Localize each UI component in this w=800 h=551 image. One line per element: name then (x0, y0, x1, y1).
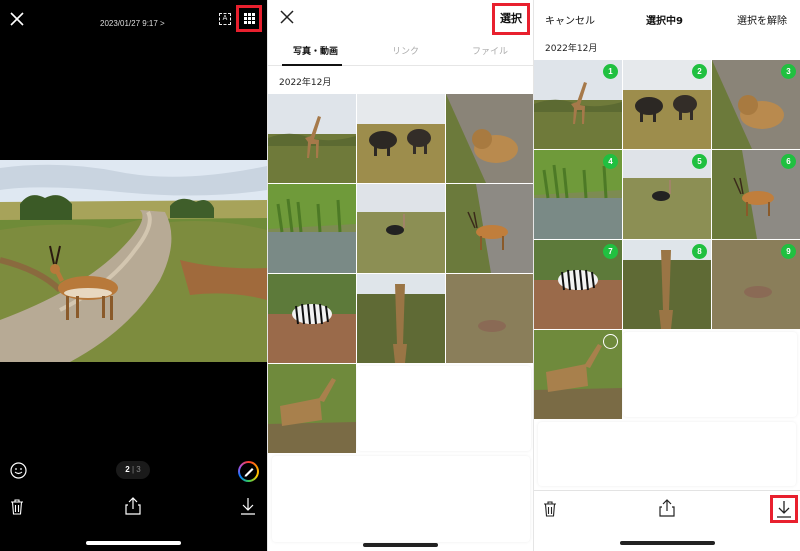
edit-pen-button[interactable] (238, 461, 259, 482)
grid-icon (244, 13, 255, 24)
selection-screen: キャンセル 選択中9 選択を解除 2022年12月 1 2 3 4 5 6 7 … (533, 0, 800, 551)
photo-thumbnail[interactable] (357, 94, 445, 183)
close-icon[interactable] (9, 11, 25, 27)
photo-thumbnail[interactable] (268, 184, 356, 273)
selection-badge: 3 (781, 64, 796, 79)
photo-thumbnail[interactable] (446, 94, 533, 183)
photo-thumbnail[interactable]: 3 (712, 60, 800, 149)
screen: 2023/01/27 9:17 > A 2 | 3 選択 写真・動画 リンク フ… (0, 0, 800, 551)
page-current: 2 (125, 465, 130, 474)
selection-badge: 9 (781, 244, 796, 259)
photo-thumbnail[interactable]: 9 (712, 240, 800, 329)
page-indicator: 2 | 3 (116, 461, 150, 479)
home-indicator (620, 541, 715, 545)
selection-badge: 4 (603, 154, 618, 169)
selection-badge: 1 (603, 64, 618, 79)
grid-view-button[interactable] (236, 5, 262, 32)
emoji-icon[interactable] (10, 462, 27, 479)
photo-date[interactable]: 2023/01/27 9:17 > (100, 19, 165, 28)
tab-files[interactable]: ファイル (472, 44, 508, 57)
photo-viewer: 2023/01/27 9:17 > A 2 | 3 (0, 0, 267, 551)
tab-photos-videos[interactable]: 写真・動画 (293, 44, 338, 57)
photo-thumbnail[interactable] (446, 184, 533, 273)
cancel-button[interactable]: キャンセル (545, 12, 595, 27)
photo-thumbnail[interactable]: 5 (623, 150, 711, 239)
month-header: 2022年12月 (545, 44, 598, 54)
trash-icon[interactable] (543, 501, 557, 517)
blurred-thumbnail (357, 366, 531, 451)
download-icon (777, 501, 791, 518)
photo-thumbnail[interactable] (268, 274, 356, 363)
gallery-screen: 選択 写真・動画 リンク ファイル 2022年12月 (267, 0, 533, 551)
select-button[interactable]: 選択 (492, 3, 530, 35)
pen-icon (244, 468, 254, 477)
text-recognition-icon[interactable]: A (219, 13, 231, 25)
selection-badge: 7 (603, 244, 618, 259)
download-icon[interactable] (240, 497, 256, 515)
photo-thumbnail[interactable]: 4 (534, 150, 622, 239)
trash-icon[interactable] (10, 499, 24, 515)
page-total: 3 (136, 465, 141, 474)
selection-checkbox-empty (603, 334, 618, 349)
gallery-tabs: 写真・動画 リンク ファイル (268, 40, 533, 66)
photo-thumbnail[interactable] (534, 330, 622, 419)
selection-badge: 8 (692, 244, 707, 259)
photo-thumbnail[interactable] (268, 94, 356, 183)
photo-thumbnail[interactable]: 7 (534, 240, 622, 329)
selected-count: 選択中9 (646, 16, 683, 27)
home-indicator (363, 543, 438, 547)
selection-toolbar (534, 490, 800, 528)
selection-badge: 6 (781, 154, 796, 169)
tab-links[interactable]: リンク (392, 44, 419, 57)
photo-thumbnail[interactable] (357, 274, 445, 363)
close-icon[interactable] (280, 10, 294, 24)
home-indicator (86, 541, 181, 545)
share-icon[interactable] (659, 499, 675, 517)
page-separator: | (131, 465, 135, 474)
active-tab-indicator (282, 64, 342, 66)
selection-badge: 5 (692, 154, 707, 169)
photo-thumbnail[interactable]: 6 (712, 150, 800, 239)
photo-thumbnail[interactable] (446, 274, 533, 363)
download-button[interactable] (770, 495, 798, 523)
photo[interactable] (0, 160, 267, 362)
photo-thumbnail[interactable]: 2 (623, 60, 711, 149)
blurred-thumbnail (538, 422, 796, 486)
photo-thumbnail[interactable] (357, 184, 445, 273)
photo-thumbnail[interactable]: 8 (623, 240, 711, 329)
deselect-all-button[interactable]: 選択を解除 (737, 12, 787, 27)
blurred-thumbnail (623, 332, 797, 417)
share-icon[interactable] (125, 497, 141, 515)
blurred-thumbnail (272, 456, 530, 542)
selection-badge: 2 (692, 64, 707, 79)
photo-thumbnail[interactable] (268, 364, 356, 453)
photo-thumbnail[interactable]: 1 (534, 60, 622, 149)
month-header: 2022年12月 (279, 78, 332, 88)
